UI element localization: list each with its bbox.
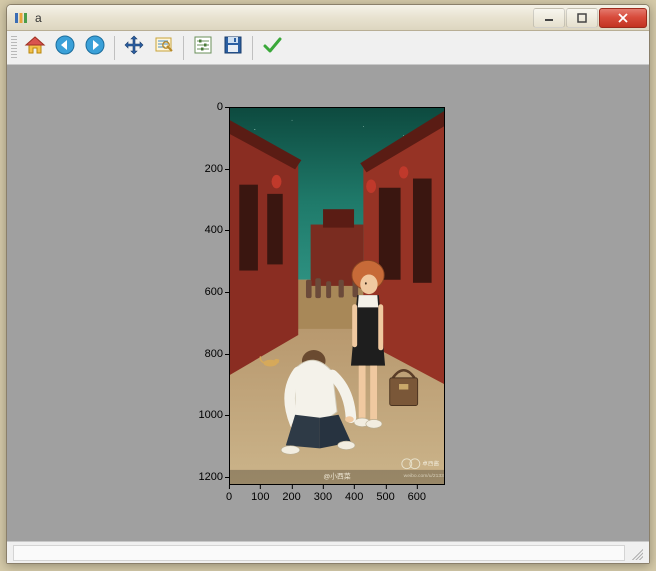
x-tick: 400 — [345, 485, 363, 503]
arrow-left-icon — [54, 34, 76, 61]
arrow-right-icon — [84, 34, 106, 61]
zoom-rect-icon — [153, 34, 175, 61]
x-tick: 200 — [282, 485, 300, 503]
app-icon — [13, 10, 29, 26]
x-tick: 300 — [314, 485, 332, 503]
floppy-icon — [222, 34, 244, 61]
maximize-button[interactable] — [566, 8, 598, 28]
y-tick: 0 — [217, 101, 229, 113]
toolbar-grip — [11, 36, 17, 60]
figure-canvas[interactable]: @小西菜 卓西酱 weibo.com/u/2133570793 0 200 400 6… — [7, 65, 649, 541]
window-title: a — [35, 11, 532, 25]
move-icon — [123, 34, 145, 61]
resize-grip-icon[interactable] — [629, 546, 643, 560]
x-tick: 500 — [376, 485, 394, 503]
y-tick: 600 — [205, 286, 229, 298]
customize-button[interactable] — [258, 34, 286, 62]
sliders-icon — [192, 34, 214, 61]
forward-button[interactable] — [81, 34, 109, 62]
subplots-button[interactable] — [189, 34, 217, 62]
y-tick: 800 — [205, 348, 229, 360]
y-tick: 400 — [205, 224, 229, 236]
home-button[interactable] — [21, 34, 49, 62]
y-tick: 1200 — [199, 471, 229, 483]
axes-image: @小西菜 卓西酱 weibo.com/u/2133570793 — [229, 107, 445, 485]
save-button[interactable] — [219, 34, 247, 62]
toolbar — [7, 31, 649, 65]
back-button[interactable] — [51, 34, 79, 62]
x-tick: 600 — [408, 485, 426, 503]
minimize-button[interactable] — [533, 8, 565, 28]
toolbar-separator — [183, 36, 184, 60]
toolbar-separator — [252, 36, 253, 60]
x-tick: 0 — [226, 485, 232, 503]
app-window: a — [6, 4, 650, 564]
pan-button[interactable] — [120, 34, 148, 62]
x-tick: 100 — [251, 485, 269, 503]
check-icon — [261, 34, 283, 61]
y-tick: 200 — [205, 163, 229, 175]
y-tick: 1000 — [199, 409, 229, 421]
svg-text:weibo.com/u/2133570793: weibo.com/u/2133570793 — [404, 473, 444, 479]
toolbar-separator — [114, 36, 115, 60]
home-icon — [24, 34, 46, 61]
status-text — [13, 545, 625, 561]
axes: @小西菜 卓西酱 weibo.com/u/2133570793 02004006… — [229, 107, 445, 485]
statusbar — [7, 541, 649, 563]
close-button[interactable] — [599, 8, 647, 28]
window-controls — [532, 8, 647, 28]
zoom-button[interactable] — [150, 34, 178, 62]
titlebar[interactable]: a — [7, 5, 649, 31]
